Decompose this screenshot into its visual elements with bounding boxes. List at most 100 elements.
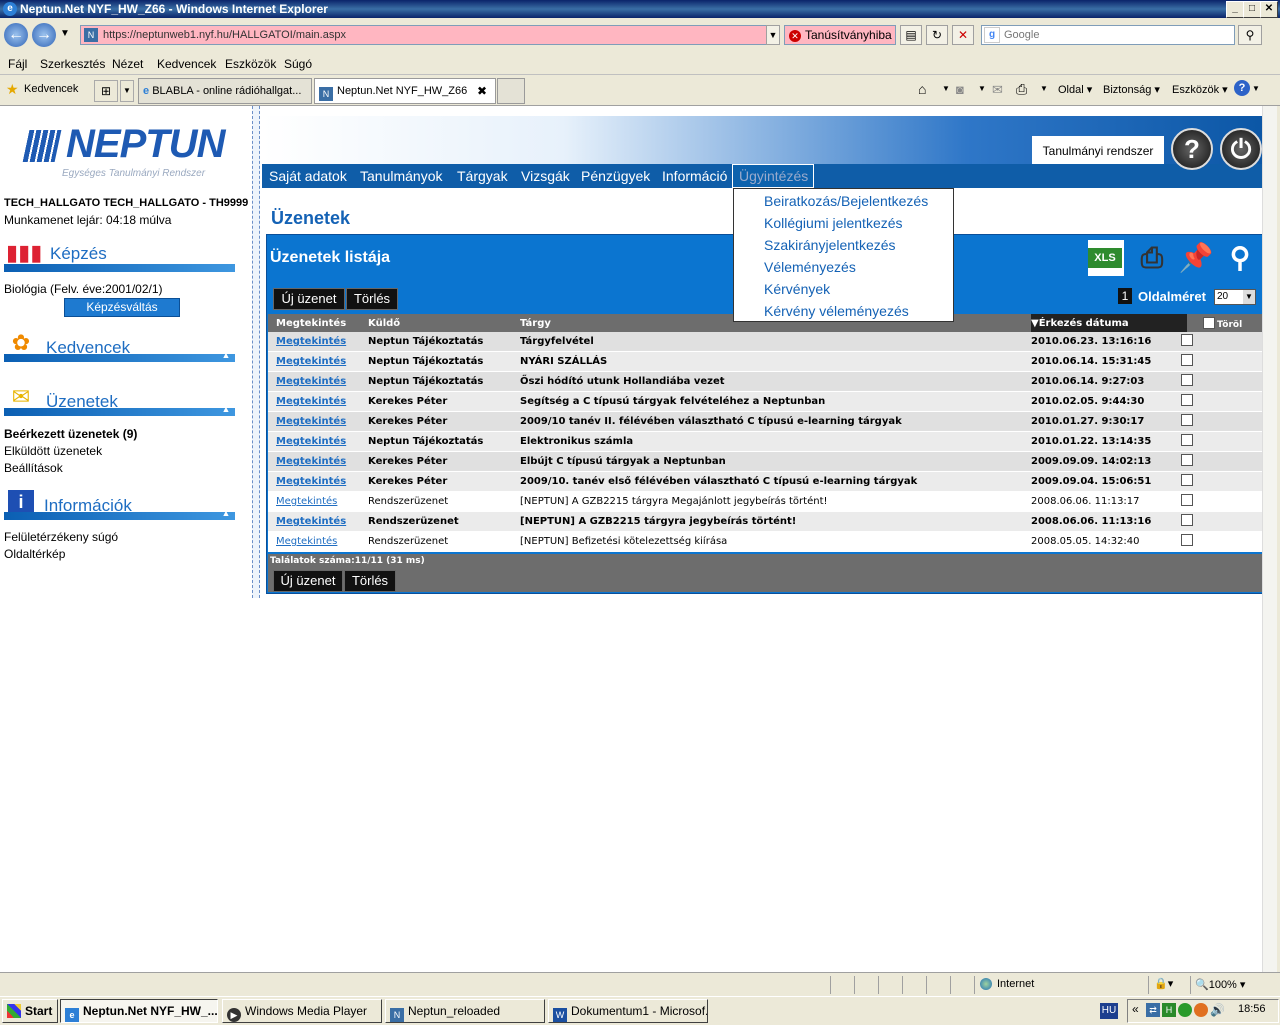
nav-targyak[interactable]: Tárgyak: [457, 168, 508, 184]
close-tab-icon[interactable]: ✖: [477, 79, 487, 103]
view-link[interactable]: Megtekintés: [276, 536, 337, 547]
forward-button[interactable]: →: [32, 23, 56, 47]
nav-sajat-adatok[interactable]: Saját adatok: [269, 168, 347, 184]
delete-checkbox[interactable]: [1181, 454, 1193, 466]
collapse-arrow-icon[interactable]: ▲: [219, 508, 233, 518]
close-window-button[interactable]: ✕: [1260, 1, 1278, 18]
compatibility-icon[interactable]: ▤: [900, 25, 922, 45]
nav-informacio[interactable]: Információ: [662, 168, 727, 184]
table-row[interactable]: Megtekintés Kerekes Péter Elbújt C típusú …: [268, 451, 1262, 472]
volume-icon[interactable]: 🔊: [1210, 1003, 1225, 1017]
dropdown-item-kerveny-velemenyezes[interactable]: Kérvény véleményezés: [764, 303, 909, 319]
delete-button[interactable]: Törlés: [346, 288, 398, 310]
new-tab-button[interactable]: [497, 78, 525, 104]
nav-penzugyek[interactable]: Pénzügyek: [581, 168, 650, 184]
magnifier-icon[interactable]: ⚲: [1222, 240, 1258, 276]
delete-checkbox[interactable]: [1181, 494, 1193, 506]
dropdown-item-beiratkozas[interactable]: Beiratkozás/Bejelentkezés: [764, 193, 928, 209]
inbox-link[interactable]: Beérkezett üzenetek (9): [4, 427, 137, 441]
delete-button-bottom[interactable]: Törlés: [344, 570, 396, 592]
dropdown-item-kervenyek[interactable]: Kérvények: [764, 281, 830, 297]
certificate-error-badge[interactable]: ✕ Tanúsítványhiba: [784, 25, 896, 45]
protected-mode-icon[interactable]: 🔒▾: [1154, 977, 1173, 990]
page-scrollbar[interactable]: [1262, 106, 1277, 972]
address-dropdown-icon[interactable]: ▼: [766, 25, 780, 45]
delete-checkbox[interactable]: [1181, 414, 1193, 426]
menu-file[interactable]: Fájl: [8, 57, 27, 71]
table-row[interactable]: Megtekintés Rendszerüzenet [NEPTUN] A GZB2…: [268, 491, 1262, 512]
tab-blabla[interactable]: e BLABLA - online rádióhallgat...: [138, 78, 312, 104]
view-link[interactable]: Megtekintés: [276, 456, 346, 467]
tray-app-icon[interactable]: H: [1162, 1003, 1176, 1017]
delete-checkbox[interactable]: [1181, 434, 1193, 446]
stop-icon[interactable]: ✕: [952, 25, 974, 45]
minimize-button[interactable]: _: [1226, 1, 1244, 18]
tab-list-dropdown-icon[interactable]: ▼: [120, 80, 134, 102]
history-dropdown-icon[interactable]: ▼: [60, 28, 70, 39]
taskbar-item-word[interactable]: W Dokumentum1 - Microsof...: [548, 999, 708, 1023]
print-dropdown-icon[interactable]: ▼: [1040, 84, 1048, 93]
table-row[interactable]: Megtekintés Kerekes Péter Segítség a C típ…: [268, 391, 1262, 412]
nav-vizsgak[interactable]: Vizsgák: [521, 168, 570, 184]
pin-icon[interactable]: 📌: [1178, 240, 1214, 276]
section-uzenetek[interactable]: ✉ Üzenetek ▲: [4, 382, 235, 416]
view-link[interactable]: Megtekintés: [276, 516, 346, 527]
search-input[interactable]: g Google: [981, 25, 1235, 45]
menu-help[interactable]: Súgó: [284, 57, 312, 71]
security-tray-icon[interactable]: [1178, 1003, 1192, 1017]
table-row[interactable]: Megtekintés Neptun Tájékoztatás Őszi hódít…: [268, 371, 1262, 392]
view-link[interactable]: Megtekintés: [276, 416, 346, 427]
collapse-arrow-icon[interactable]: ▲: [219, 404, 233, 414]
view-link[interactable]: Megtekintés: [276, 376, 346, 387]
print-icon[interactable]: ⎙: [1134, 240, 1170, 276]
column-header-date[interactable]: ▼Érkezés dátuma: [1031, 314, 1187, 332]
help-icon[interactable]: ?: [1234, 80, 1250, 96]
tab-neptun[interactable]: N Neptun.Net NYF_HW_Z66 ✖: [314, 78, 496, 104]
delete-checkbox[interactable]: [1181, 334, 1193, 346]
tools-menu[interactable]: Eszközök ▾: [1172, 83, 1228, 96]
page-size-select[interactable]: 20 ▼: [1214, 289, 1256, 305]
nav-ugyintezes[interactable]: Ügyintézés: [739, 168, 808, 184]
menu-favorites[interactable]: Kedvencek: [157, 57, 216, 71]
refresh-icon[interactable]: ↻: [926, 25, 948, 45]
home-dropdown-icon[interactable]: ▼: [942, 84, 950, 93]
print-icon[interactable]: ⎙: [1016, 81, 1027, 98]
view-link[interactable]: Megtekintés: [276, 496, 337, 507]
kepzesvaltas-button[interactable]: Képzésváltás: [64, 298, 180, 317]
back-button[interactable]: ←: [4, 23, 28, 47]
table-row[interactable]: Megtekintés Neptun Tájékoztatás Tárgyfelvé…: [268, 332, 1262, 352]
quick-tabs-icon[interactable]: ⊞: [94, 80, 118, 102]
tray-status-icon[interactable]: [1194, 1003, 1208, 1017]
table-row[interactable]: Megtekintés Neptun Tájékoztatás NYÁRI SZÁL…: [268, 351, 1262, 372]
favorites-button[interactable]: Kedvencek: [24, 83, 78, 95]
view-link[interactable]: Megtekintés: [276, 396, 346, 407]
taskbar-item-neptun-ie[interactable]: e Neptun.Net NYF_HW_...: [60, 999, 218, 1023]
language-indicator[interactable]: HU: [1100, 1003, 1118, 1019]
menu-view[interactable]: Nézet: [112, 57, 143, 71]
new-message-button-bottom[interactable]: Új üzenet: [273, 570, 343, 592]
search-icon[interactable]: ⚲: [1238, 25, 1262, 45]
section-kedvencek[interactable]: ✿ Kedvencek ▲: [4, 328, 235, 362]
tray-expand-icon[interactable]: «: [1132, 1002, 1139, 1016]
mail-icon[interactable]: ✉: [992, 82, 1003, 98]
delete-checkbox[interactable]: [1181, 534, 1193, 546]
help-round-button[interactable]: ?: [1171, 128, 1213, 170]
zoom-control[interactable]: 🔍100% ▾: [1195, 978, 1245, 991]
safety-menu[interactable]: Biztonság ▾: [1103, 83, 1160, 96]
dropdown-item-kollegium[interactable]: Kollégiumi jelentkezés: [764, 215, 903, 231]
table-row[interactable]: Megtekintés Kerekes Péter 2009/10. tanév e…: [268, 471, 1262, 492]
page-menu[interactable]: Oldal ▾: [1058, 83, 1092, 96]
delete-checkbox[interactable]: [1181, 474, 1193, 486]
neptun-logo[interactable]: NEPTUN Egységes Tanulmányi Rendszer: [22, 122, 242, 182]
table-row[interactable]: Megtekintés Kerekes Péter 2009/10 tanév II…: [268, 411, 1262, 432]
panel-splitter[interactable]: [252, 106, 260, 598]
sitemap-link[interactable]: Oldaltérkép: [4, 547, 65, 561]
maximize-button[interactable]: □: [1243, 1, 1261, 18]
collapse-arrow-icon[interactable]: ▲: [219, 350, 233, 360]
taskbar-item-media-player[interactable]: ▶ Windows Media Player: [222, 999, 382, 1023]
view-link[interactable]: Megtekintés: [276, 356, 346, 367]
table-row[interactable]: Megtekintés Neptun Tájékoztatás Elektronik…: [268, 431, 1262, 452]
export-xls-icon[interactable]: XLS: [1088, 240, 1124, 276]
table-row[interactable]: Megtekintés Rendszerüzenet [NEPTUN] Befize…: [268, 531, 1262, 552]
dropdown-item-szakirany[interactable]: Szakirányjelentkezés: [764, 237, 896, 253]
